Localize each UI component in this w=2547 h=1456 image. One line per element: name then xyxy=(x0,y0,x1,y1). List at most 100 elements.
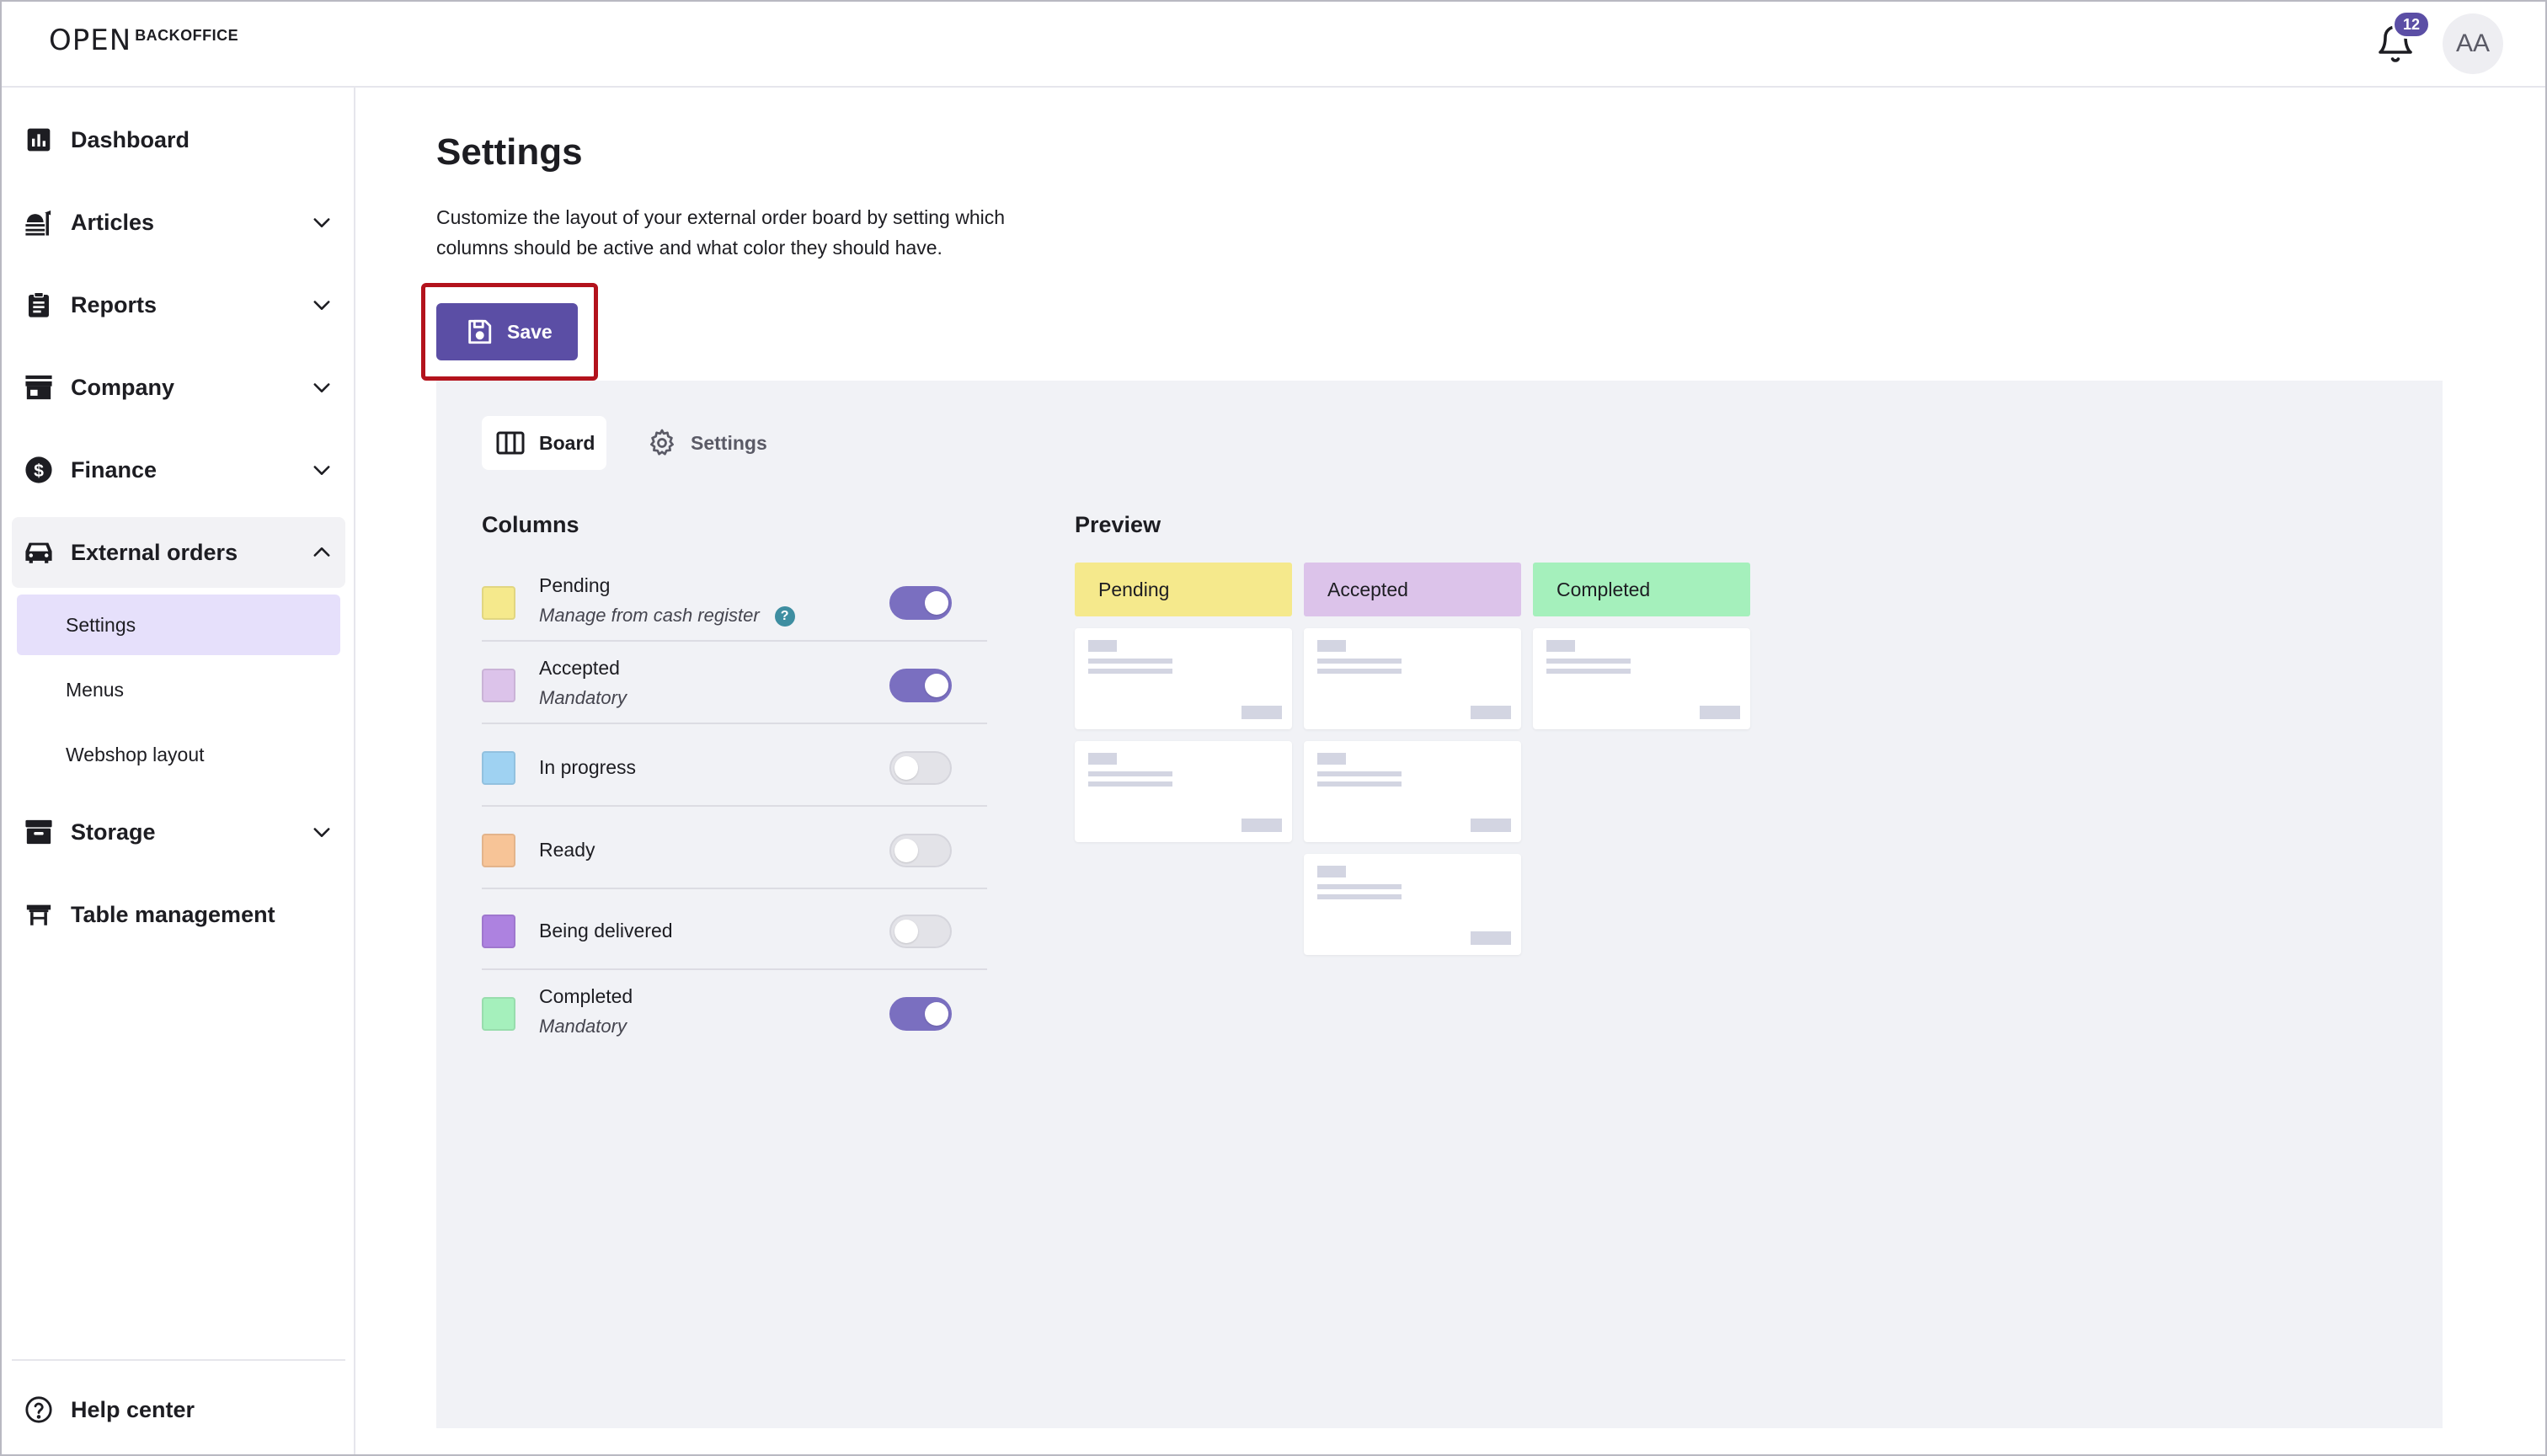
toggle-knob xyxy=(894,756,918,780)
color-swatch[interactable] xyxy=(482,586,515,620)
column-subtitle: Mandatory xyxy=(539,1016,627,1037)
notification-badge: 12 xyxy=(2392,10,2431,39)
table-management-icon xyxy=(24,899,54,930)
dashboard-icon xyxy=(24,125,54,155)
toggle-knob xyxy=(925,591,948,615)
sidebar-item-articles[interactable]: Articles xyxy=(12,187,345,258)
chevron-down-icon[interactable] xyxy=(310,293,334,317)
preview-card xyxy=(1304,628,1521,729)
column-row-in-progress: In progress xyxy=(482,726,987,807)
tab-label: Settings xyxy=(691,431,767,454)
column-subtitle-text: Manage from cash register xyxy=(539,605,760,626)
toggle-pending[interactable] xyxy=(889,586,952,620)
sidebar-item-label: Reports xyxy=(71,291,158,317)
color-swatch[interactable] xyxy=(482,834,515,867)
preview-card xyxy=(1533,628,1750,729)
sidebar-subitem-settings[interactable]: Settings xyxy=(17,595,340,655)
external-orders-icon xyxy=(24,537,54,568)
column-name: Completed xyxy=(539,985,633,1007)
chevron-down-icon[interactable] xyxy=(310,211,334,234)
finance-icon: $ xyxy=(24,455,54,485)
svg-text:$: $ xyxy=(34,461,44,481)
help-center-label: Help center xyxy=(71,1396,195,1422)
preview-title: Preview xyxy=(1075,512,1161,537)
toggle-knob xyxy=(925,674,948,697)
sidebar: Dashboard Articles Reports Company $ Fin… xyxy=(2,88,355,1454)
logo-text: BACKOFFICE xyxy=(135,27,239,44)
top-bar: OPEN BACKOFFICE 12 AA xyxy=(2,2,2545,88)
toggle-completed[interactable] xyxy=(889,997,952,1031)
page-title: Settings xyxy=(436,131,583,173)
main-content: Settings Customize the layout of your ex… xyxy=(355,88,2545,1454)
sidebar-subitem-webshop-layout[interactable]: Webshop layout xyxy=(17,724,340,785)
column-subtitle: Manage from cash register? xyxy=(539,605,795,627)
preview-card xyxy=(1304,741,1521,842)
avatar[interactable]: AA xyxy=(2443,13,2503,74)
sidebar-item-label: Storage xyxy=(71,819,156,845)
sidebar-item-storage[interactable]: Storage xyxy=(12,797,345,867)
toggle-ready[interactable] xyxy=(889,834,952,867)
toggle-knob xyxy=(894,839,918,862)
gear-icon xyxy=(647,428,677,458)
toggle-accepted[interactable] xyxy=(889,669,952,702)
preview-column-header: Accepted xyxy=(1304,563,1521,616)
chevron-down-icon[interactable] xyxy=(310,376,334,399)
preview-card xyxy=(1304,854,1521,955)
preview-column-accepted: Accepted xyxy=(1304,563,1521,955)
columns-title: Columns xyxy=(482,512,579,537)
column-row-accepted: Accepted Mandatory xyxy=(482,643,987,724)
logo-mark: OPEN xyxy=(49,24,132,57)
save-icon xyxy=(465,317,494,346)
help-center-link[interactable]: Help center xyxy=(12,1374,345,1445)
chevron-down-icon[interactable] xyxy=(310,820,334,844)
help-icon[interactable]: ? xyxy=(774,606,795,627)
help-circle-icon xyxy=(24,1395,54,1425)
toggle-in-progress[interactable] xyxy=(889,751,952,785)
column-row-being-delivered: Being delivered xyxy=(482,889,987,970)
app-window: OPEN BACKOFFICE 12 AA Dashboard Articles xyxy=(0,0,2547,1456)
preview-column-header: Pending xyxy=(1075,563,1292,616)
storage-icon xyxy=(24,817,54,847)
sidebar-item-external-orders[interactable]: External orders xyxy=(12,517,345,588)
preview-card xyxy=(1075,628,1292,729)
sidebar-divider xyxy=(12,1359,345,1361)
tab-board[interactable]: Board xyxy=(482,416,606,470)
save-button[interactable]: Save xyxy=(436,303,578,360)
column-name: Accepted xyxy=(539,657,620,679)
sidebar-item-label: Dashboard xyxy=(71,126,190,152)
sidebar-item-label: Table management xyxy=(71,901,275,927)
logo[interactable]: OPEN BACKOFFICE xyxy=(49,24,238,57)
chevron-up-icon[interactable] xyxy=(310,541,334,564)
reports-icon xyxy=(24,290,54,320)
toggle-knob xyxy=(894,920,918,943)
color-swatch[interactable] xyxy=(482,915,515,948)
toggle-being-delivered[interactable] xyxy=(889,915,952,948)
tab-label: Board xyxy=(539,431,595,454)
settings-panel: Board Settings Columns Preview Pending M… xyxy=(436,381,2443,1428)
toggle-knob xyxy=(925,1002,948,1026)
chevron-down-icon[interactable] xyxy=(310,458,334,482)
preview-card xyxy=(1075,741,1292,842)
color-swatch[interactable] xyxy=(482,669,515,702)
sidebar-item-finance[interactable]: $ Finance xyxy=(12,435,345,505)
articles-icon xyxy=(24,207,54,237)
sidebar-item-label: Articles xyxy=(71,209,155,235)
sidebar-subitem-menus[interactable]: Menus xyxy=(17,659,340,720)
company-icon xyxy=(24,372,54,403)
tab-settings[interactable]: Settings xyxy=(633,416,781,470)
column-name: Being delivered xyxy=(539,920,673,941)
color-swatch[interactable] xyxy=(482,997,515,1031)
save-button-label: Save xyxy=(507,320,553,343)
column-name: In progress xyxy=(539,756,637,778)
sidebar-item-reports[interactable]: Reports xyxy=(12,269,345,340)
preview-column-header: Completed xyxy=(1533,563,1750,616)
column-row-ready: Ready xyxy=(482,808,987,889)
sidebar-item-label: External orders xyxy=(71,539,238,565)
sidebar-item-table-management[interactable]: Table management xyxy=(12,879,345,950)
column-row-pending: Pending Manage from cash register? xyxy=(482,561,987,642)
column-name: Pending xyxy=(539,574,611,596)
sidebar-item-company[interactable]: Company xyxy=(12,352,345,423)
board-columns-icon xyxy=(495,428,526,458)
sidebar-item-dashboard[interactable]: Dashboard xyxy=(12,104,345,175)
color-swatch[interactable] xyxy=(482,751,515,785)
